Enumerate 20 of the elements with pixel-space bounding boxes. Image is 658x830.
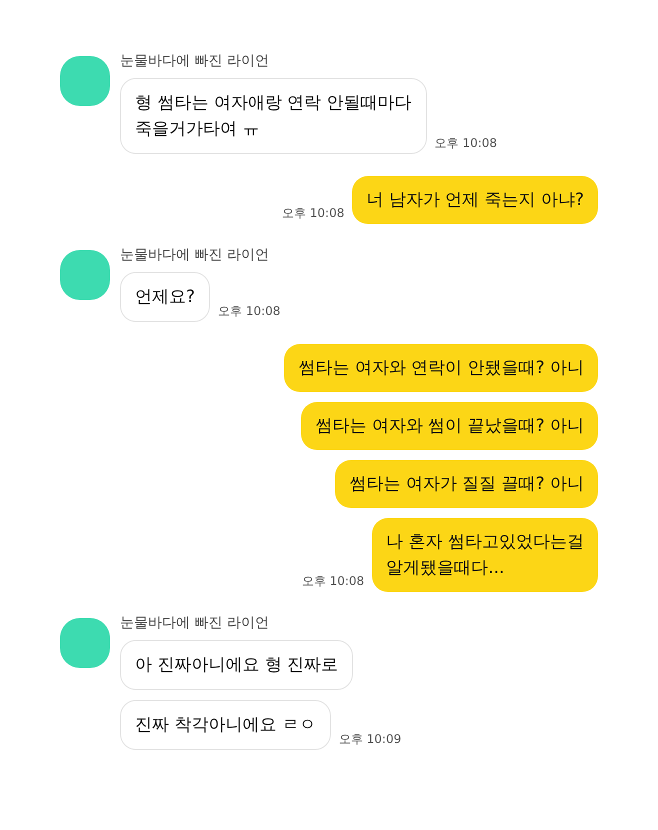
sender-name: 눈물바다에 빠진 라이언: [120, 246, 270, 264]
message-bubble: 썸타는 여자와 연락이 안됐을때? 아니: [284, 344, 598, 392]
message-time: 오후 10:08: [302, 573, 364, 590]
message-time: 오후 10:08: [434, 135, 498, 152]
avatar: [60, 250, 110, 300]
message-bubble: 언제요?: [120, 272, 210, 322]
message-time: 오후 10:09: [338, 731, 402, 748]
sender-name: 눈물바다에 빠진 라이언: [120, 52, 270, 70]
message-bubble: 나 혼자 썸타고있었다는걸 알게됐을때다...: [372, 518, 598, 592]
sender-name: 눈물바다에 빠진 라이언: [120, 614, 270, 632]
message-bubble: 썸타는 여자가 질질 끌때? 아니: [335, 460, 598, 508]
message-time: 오후 10:08: [282, 205, 344, 222]
message-bubble: 형 썸타는 여자애랑 연락 안될때마다 죽을거가타여 ㅠ: [120, 78, 427, 154]
message-time: 오후 10:08: [218, 303, 280, 320]
message-bubble: 썸타는 여자와 썸이 끝났을때? 아니: [301, 402, 598, 450]
message-bubble: 아 진짜아니에요 형 진짜로: [120, 640, 354, 690]
avatar: [60, 618, 110, 668]
message-bubble: 너 남자가 언제 죽는지 아냐?: [352, 176, 598, 224]
message-bubble: 진짜 착각아니에요 ㄹㅇ: [120, 700, 331, 750]
avatar: [60, 56, 110, 106]
